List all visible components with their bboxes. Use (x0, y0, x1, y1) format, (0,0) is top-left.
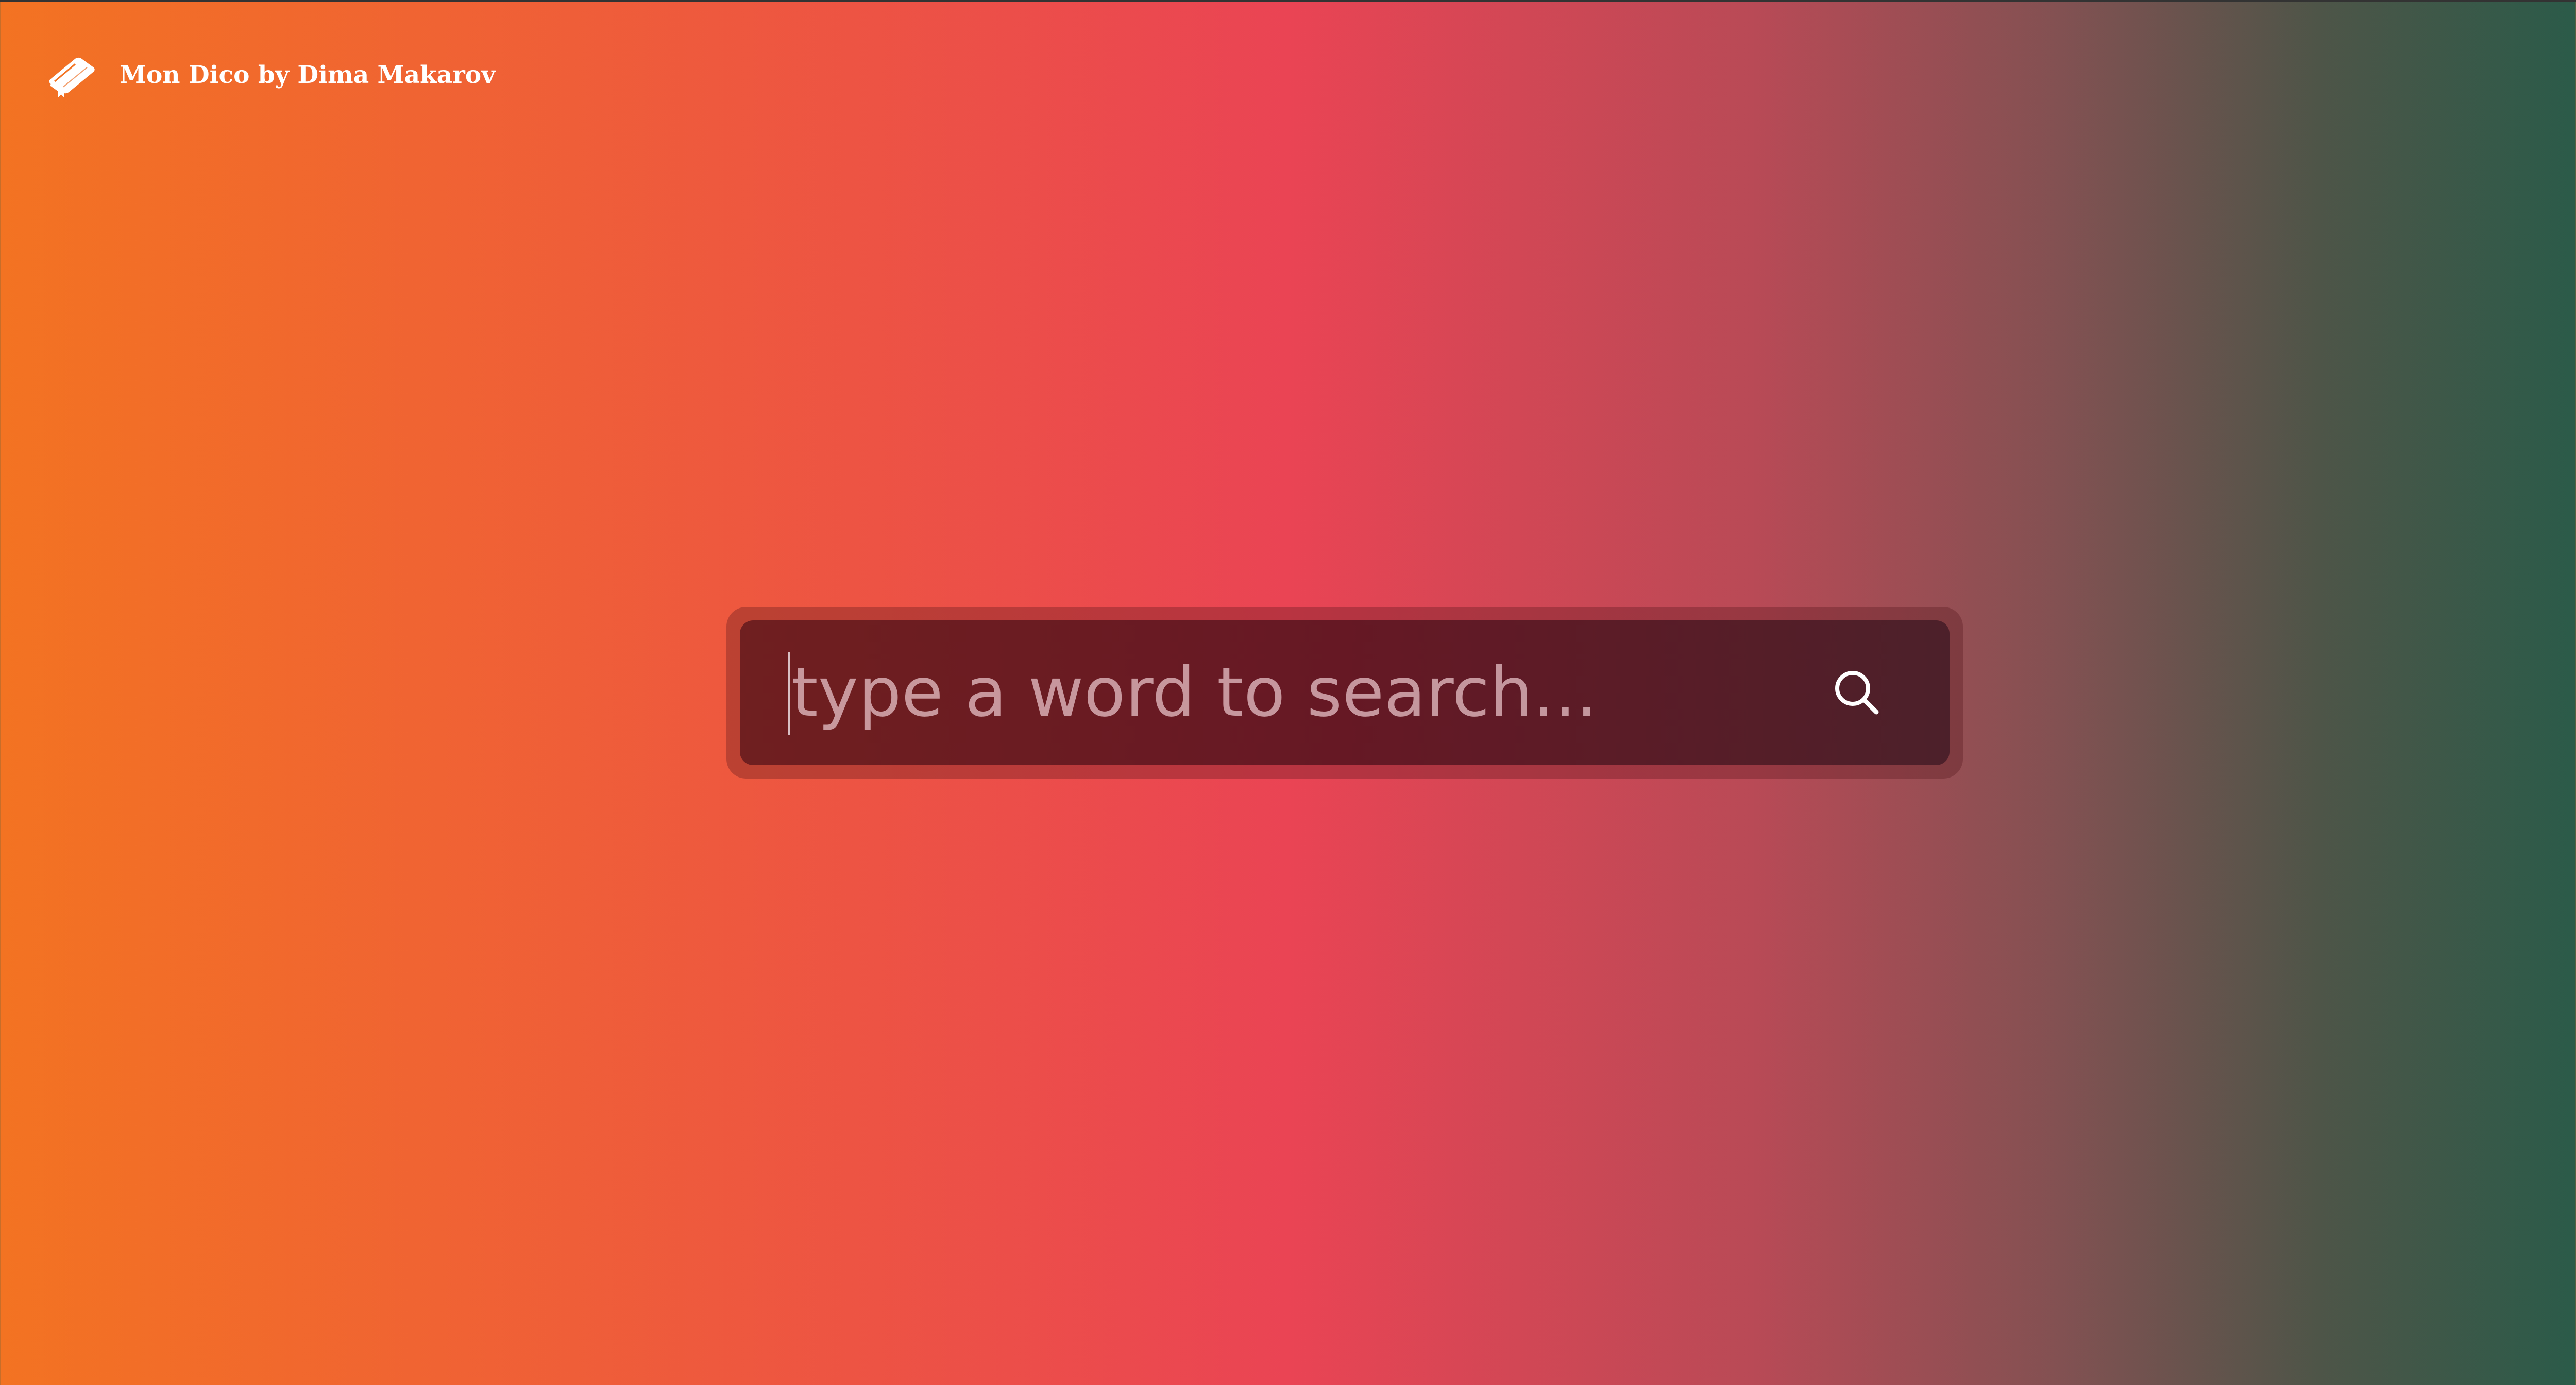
app-title: Mon Dico by Dima Makarov (120, 60, 496, 89)
text-caret (788, 652, 790, 735)
search-box (740, 620, 1950, 765)
search-container (726, 607, 1963, 779)
book-icon (49, 57, 95, 98)
search-button[interactable] (1826, 662, 1888, 723)
top-border (0, 0, 2576, 2)
search-input[interactable] (791, 641, 1750, 744)
search-icon (1835, 671, 1879, 715)
app-brand[interactable]: Mon Dico by Dima Makarov (44, 46, 495, 103)
